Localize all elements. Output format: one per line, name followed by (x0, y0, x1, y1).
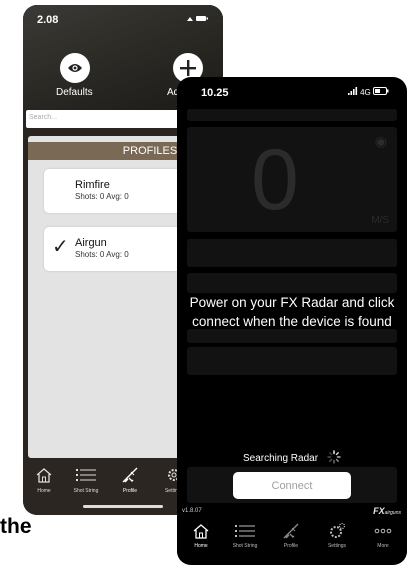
network-label: 4G (360, 88, 371, 97)
tab-shot-string[interactable]: Shot String (225, 521, 265, 549)
tab-label: Home (194, 543, 208, 549)
dimmed-row (187, 239, 397, 267)
dimmed-row (187, 329, 397, 343)
gear-icon (317, 521, 357, 541)
tab-label: Shot String (232, 543, 258, 549)
list-icon (69, 464, 103, 486)
eye-icon (68, 64, 82, 72)
home-icon (27, 464, 61, 486)
status-time: 2.08 (37, 14, 59, 26)
tab-more[interactable]: More (363, 521, 403, 549)
dimmed-header-bar (187, 109, 397, 121)
tab-shot-string[interactable]: Shot String (69, 464, 103, 494)
status-icons (183, 14, 209, 26)
tab-label: Profile (283, 543, 299, 549)
connect-instruction-text: Power on your FX Radar and click connect… (189, 295, 395, 329)
fx-airguns-logo: FXairguns (373, 506, 401, 516)
dimmed-row (187, 347, 397, 375)
profile-name: Airgun (75, 237, 107, 249)
brand-suffix: airguns (384, 510, 401, 516)
velocity-readout: 0 (251, 132, 299, 228)
tab-label: Settings (327, 543, 347, 549)
dimmed-sound-icon: ◉ (374, 133, 387, 149)
profile-name: Rimfire (75, 179, 110, 191)
battery-icon (373, 87, 389, 95)
tab-settings[interactable]: Settings (317, 521, 357, 549)
profile-stats: Shots: 0 Avg: 0 (75, 192, 129, 201)
dimmed-row (187, 273, 397, 293)
dimmed-velocity-panel: 0 M/S ◉ (187, 127, 397, 232)
defaults-label: Defaults (56, 87, 93, 98)
plus-icon (180, 60, 196, 76)
app-version: v1.8.07 (182, 508, 202, 514)
connect-button[interactable]: Connect (233, 472, 351, 499)
rifle-icon (271, 521, 311, 541)
tab-label: Profile (122, 488, 138, 494)
status-icons: 4G (347, 87, 389, 97)
more-dots-icon (363, 521, 403, 541)
wifi-battery-icon (187, 16, 208, 21)
home-indicator (83, 505, 163, 508)
velocity-unit: M/S (371, 215, 389, 226)
front-phone-screen: 10.25 4G 0 M/S ◉ Power on your FX Radar … (177, 77, 407, 565)
front-tab-bar: Home Shot String Profile Settings More (177, 518, 407, 565)
tab-profile[interactable]: Profile (113, 464, 147, 494)
rifle-icon (113, 464, 147, 486)
profile-stats: Shots: 0 Avg: 0 (75, 250, 129, 259)
defaults-button[interactable] (60, 53, 90, 83)
tab-profile[interactable]: Profile (271, 521, 311, 549)
home-icon (181, 521, 221, 541)
tab-label: Shot String (73, 488, 99, 494)
signal-icon (347, 87, 357, 95)
tab-home[interactable]: Home (181, 521, 221, 549)
list-icon (225, 521, 265, 541)
caption-text: the (0, 515, 32, 538)
checkmark-icon: ✓ (52, 236, 69, 258)
tab-label: Home (37, 488, 51, 494)
tab-home[interactable]: Home (27, 464, 61, 494)
searching-status: Searching Radar (243, 453, 319, 464)
spinner-icon (327, 450, 341, 469)
tab-label: More (377, 543, 389, 549)
brand-name: FX (373, 506, 385, 516)
status-time: 10.25 (201, 87, 229, 99)
